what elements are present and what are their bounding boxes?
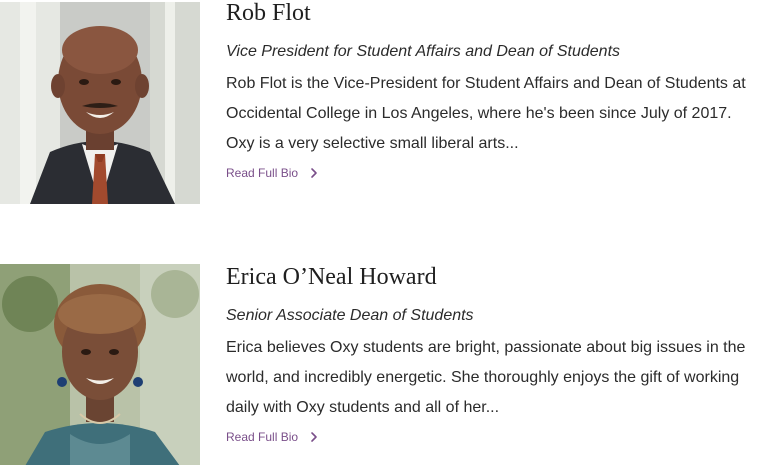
- profile-name: Erica O’Neal Howard: [226, 264, 437, 290]
- profile-title: Vice President for Student Affairs and D…: [226, 43, 621, 60]
- profile-name: Rob Flot: [226, 0, 311, 26]
- profile-title: Senior Associate Dean of Students: [226, 307, 474, 324]
- profile-photo: [0, 2, 200, 204]
- profile-photo: [0, 264, 200, 465]
- read-full-bio-label: Read Full Bio: [226, 430, 299, 444]
- profile-bio: Erica believes Oxy students are bright, …: [226, 339, 746, 416]
- chevron-right-icon: [308, 431, 320, 443]
- read-full-bio-link[interactable]: Read Full Bio: [226, 166, 320, 180]
- read-full-bio-label: Read Full Bio: [226, 166, 299, 180]
- read-full-bio-link[interactable]: Read Full Bio: [226, 430, 320, 444]
- chevron-right-icon: [308, 167, 320, 179]
- profile-bio: Rob Flot is the Vice-President for Stude…: [226, 75, 746, 152]
